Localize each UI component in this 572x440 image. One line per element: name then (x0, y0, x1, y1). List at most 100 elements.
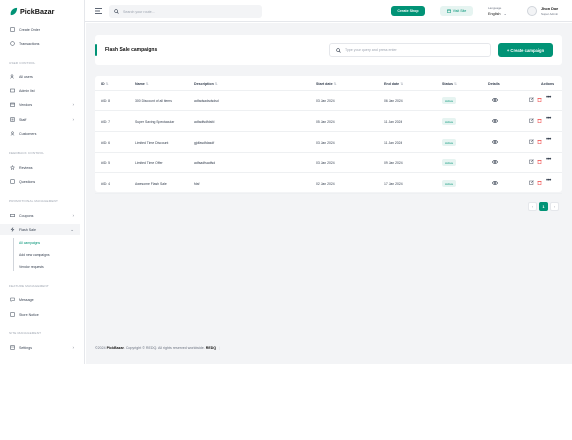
chevron-right-icon: › (72, 102, 75, 107)
footer-company-link[interactable]: REDQ (206, 346, 216, 350)
visit-site-label: Visit Site (452, 9, 467, 13)
eye-icon[interactable] (492, 139, 498, 145)
column-header-details: Details (488, 82, 500, 86)
column-header-id[interactable]: ID⇅ (101, 82, 109, 86)
edit-icon[interactable] (529, 139, 534, 144)
eye-icon[interactable] (492, 118, 498, 124)
cell-start-date: 03 Jan 2024 (316, 141, 335, 145)
sidebar-item-label: Reviews (19, 165, 33, 170)
cell-name: Awesome Flash Sale (135, 182, 167, 186)
customer-icon (10, 131, 15, 136)
sidebar-item-coupons[interactable]: Coupons › (0, 210, 80, 221)
sort-icon: ⇅ (145, 82, 149, 86)
chevron-right-icon: › (72, 117, 75, 122)
sidebar-item-label: Admin list (19, 88, 35, 93)
logo[interactable]: PickBazar (0, 0, 84, 22)
sidebar-item-label: Transactions (19, 41, 40, 46)
cell-description: gjdfasdfdasdf (194, 141, 215, 145)
cell-description: adfadsadsdsdsd (194, 99, 219, 103)
cell-start-date: 05 Jan 2024 (316, 120, 335, 124)
trash-icon[interactable] (537, 159, 542, 164)
cell-end-date: 11 Jan 2024 (384, 141, 403, 145)
column-header-actions: Actions (541, 82, 555, 86)
global-search-input[interactable]: Search your route... (109, 5, 262, 18)
sidebar-item-flash-sale[interactable]: Flash Sale ⌄ (0, 224, 80, 235)
cell-id: #ID: 8 (101, 99, 111, 103)
sidebar-item-all-users[interactable]: All users (0, 71, 80, 82)
cell-end-date: 09 Jan 2024 (384, 161, 403, 165)
status-badge: Active (442, 118, 457, 125)
sort-icon: ⇅ (333, 82, 337, 86)
more-options-icon[interactable]: ••• (546, 137, 551, 143)
sidebar-item-label: Staff (19, 117, 27, 122)
admin-icon (10, 88, 15, 93)
column-header-status[interactable]: Status⇅ (442, 82, 457, 86)
pagination-page-1[interactable]: 1 (539, 202, 548, 211)
edit-icon[interactable] (529, 159, 534, 164)
cell-name: 300 Discount of all items (135, 99, 172, 103)
submenu-add-new-campaigns[interactable]: Add new campaigns (19, 253, 50, 257)
sidebar-item-customers[interactable]: Customers (0, 128, 80, 139)
column-header-end-date[interactable]: End date⇅ (384, 82, 403, 86)
sidebar-item-questions[interactable]: Questions (0, 176, 80, 187)
more-options-icon[interactable]: ••• (546, 95, 551, 101)
cell-description: adfsadfsadfsd (194, 161, 216, 165)
sidebar-item-vendors[interactable]: Vendors › (0, 99, 80, 110)
trash-icon[interactable] (537, 180, 542, 185)
sidebar-item-label: Questions (19, 179, 36, 184)
table-row: #ID: 7 Super Saving Spectacular adfadfsdfd… (95, 112, 562, 132)
cell-start-date: 03 Jan 2024 (316, 161, 335, 165)
cell-name: Limited Time Discount (135, 141, 169, 145)
avatar[interactable] (527, 6, 537, 16)
eye-icon[interactable] (492, 159, 498, 165)
column-header-description[interactable]: Description⇅ (194, 82, 218, 86)
sidebar-item-message[interactable]: Message (0, 294, 80, 305)
language-label: Language (488, 6, 502, 10)
more-options-icon[interactable]: ••• (546, 116, 551, 122)
more-options-icon[interactable]: ••• (546, 157, 551, 163)
language-select[interactable]: English ⌄ (488, 11, 507, 16)
status-badge: Active (442, 180, 457, 187)
cell-end-date: 17 Jan 2024 (384, 182, 403, 186)
more-options-icon[interactable]: ••• (546, 178, 551, 184)
trash-icon[interactable] (537, 118, 542, 123)
campaign-search-input[interactable]: Type your query and press enter (329, 43, 491, 57)
sidebar-item-admin-list[interactable]: Admin list (0, 85, 80, 96)
sidebar-item-store-notice[interactable]: Store Notice (0, 309, 80, 320)
footer-brand-link[interactable]: PickBazar (107, 346, 124, 350)
sidebar-item-transactions[interactable]: Transactions (0, 38, 80, 49)
sidebar-item-reviews[interactable]: Reviews (0, 162, 80, 173)
chevron-right-icon: › (72, 213, 75, 218)
create-shop-button[interactable]: Create Shop (391, 6, 425, 16)
pagination-prev-button[interactable]: ‹ (528, 202, 537, 211)
table-row: #ID: 5 Limited Time Offer adfsadfsadfsd 03 … (95, 153, 562, 173)
edit-icon[interactable] (529, 118, 534, 123)
table-row: #ID: 6 Limited Time Discount gjdfasdfdasdf… (95, 133, 562, 153)
submenu-vendor-requests[interactable]: Vendor requests (19, 265, 44, 269)
lightning-icon (10, 227, 15, 232)
column-header-start-date[interactable]: Start date⇅ (316, 82, 337, 86)
sidebar-item-settings[interactable]: Settings › (0, 342, 80, 353)
cell-start-date: 02 Jan 2024 (316, 182, 335, 186)
status-badge: Active (442, 139, 457, 146)
chevron-down-icon: ⌄ (70, 226, 74, 232)
edit-icon[interactable] (529, 180, 534, 185)
sidebar-item-label: Vendors (19, 102, 33, 107)
submenu-all-campaigns[interactable]: All campaigns (19, 241, 40, 245)
edit-icon[interactable] (529, 97, 534, 102)
create-campaign-button[interactable]: + Create campaign (498, 43, 553, 57)
pagination-next-button[interactable]: › (550, 202, 559, 211)
menu-toggle-icon[interactable] (95, 8, 102, 14)
sidebar-item-create-order[interactable]: Create Order (0, 24, 80, 35)
trash-icon[interactable] (537, 97, 542, 102)
global-search-placeholder: Search your route... (123, 9, 155, 14)
column-header-name[interactable]: Name⇅ (135, 82, 149, 86)
cell-end-date: 11 Jan 2024 (384, 120, 403, 124)
eye-icon[interactable] (492, 97, 498, 103)
trash-icon[interactable] (537, 139, 542, 144)
eye-icon[interactable] (492, 180, 498, 186)
title-accent-bar (95, 44, 97, 56)
visit-site-button[interactable]: Visit Site (440, 6, 473, 16)
sidebar-item-staff[interactable]: Staff › (0, 114, 80, 125)
file-edit-icon (10, 27, 15, 32)
